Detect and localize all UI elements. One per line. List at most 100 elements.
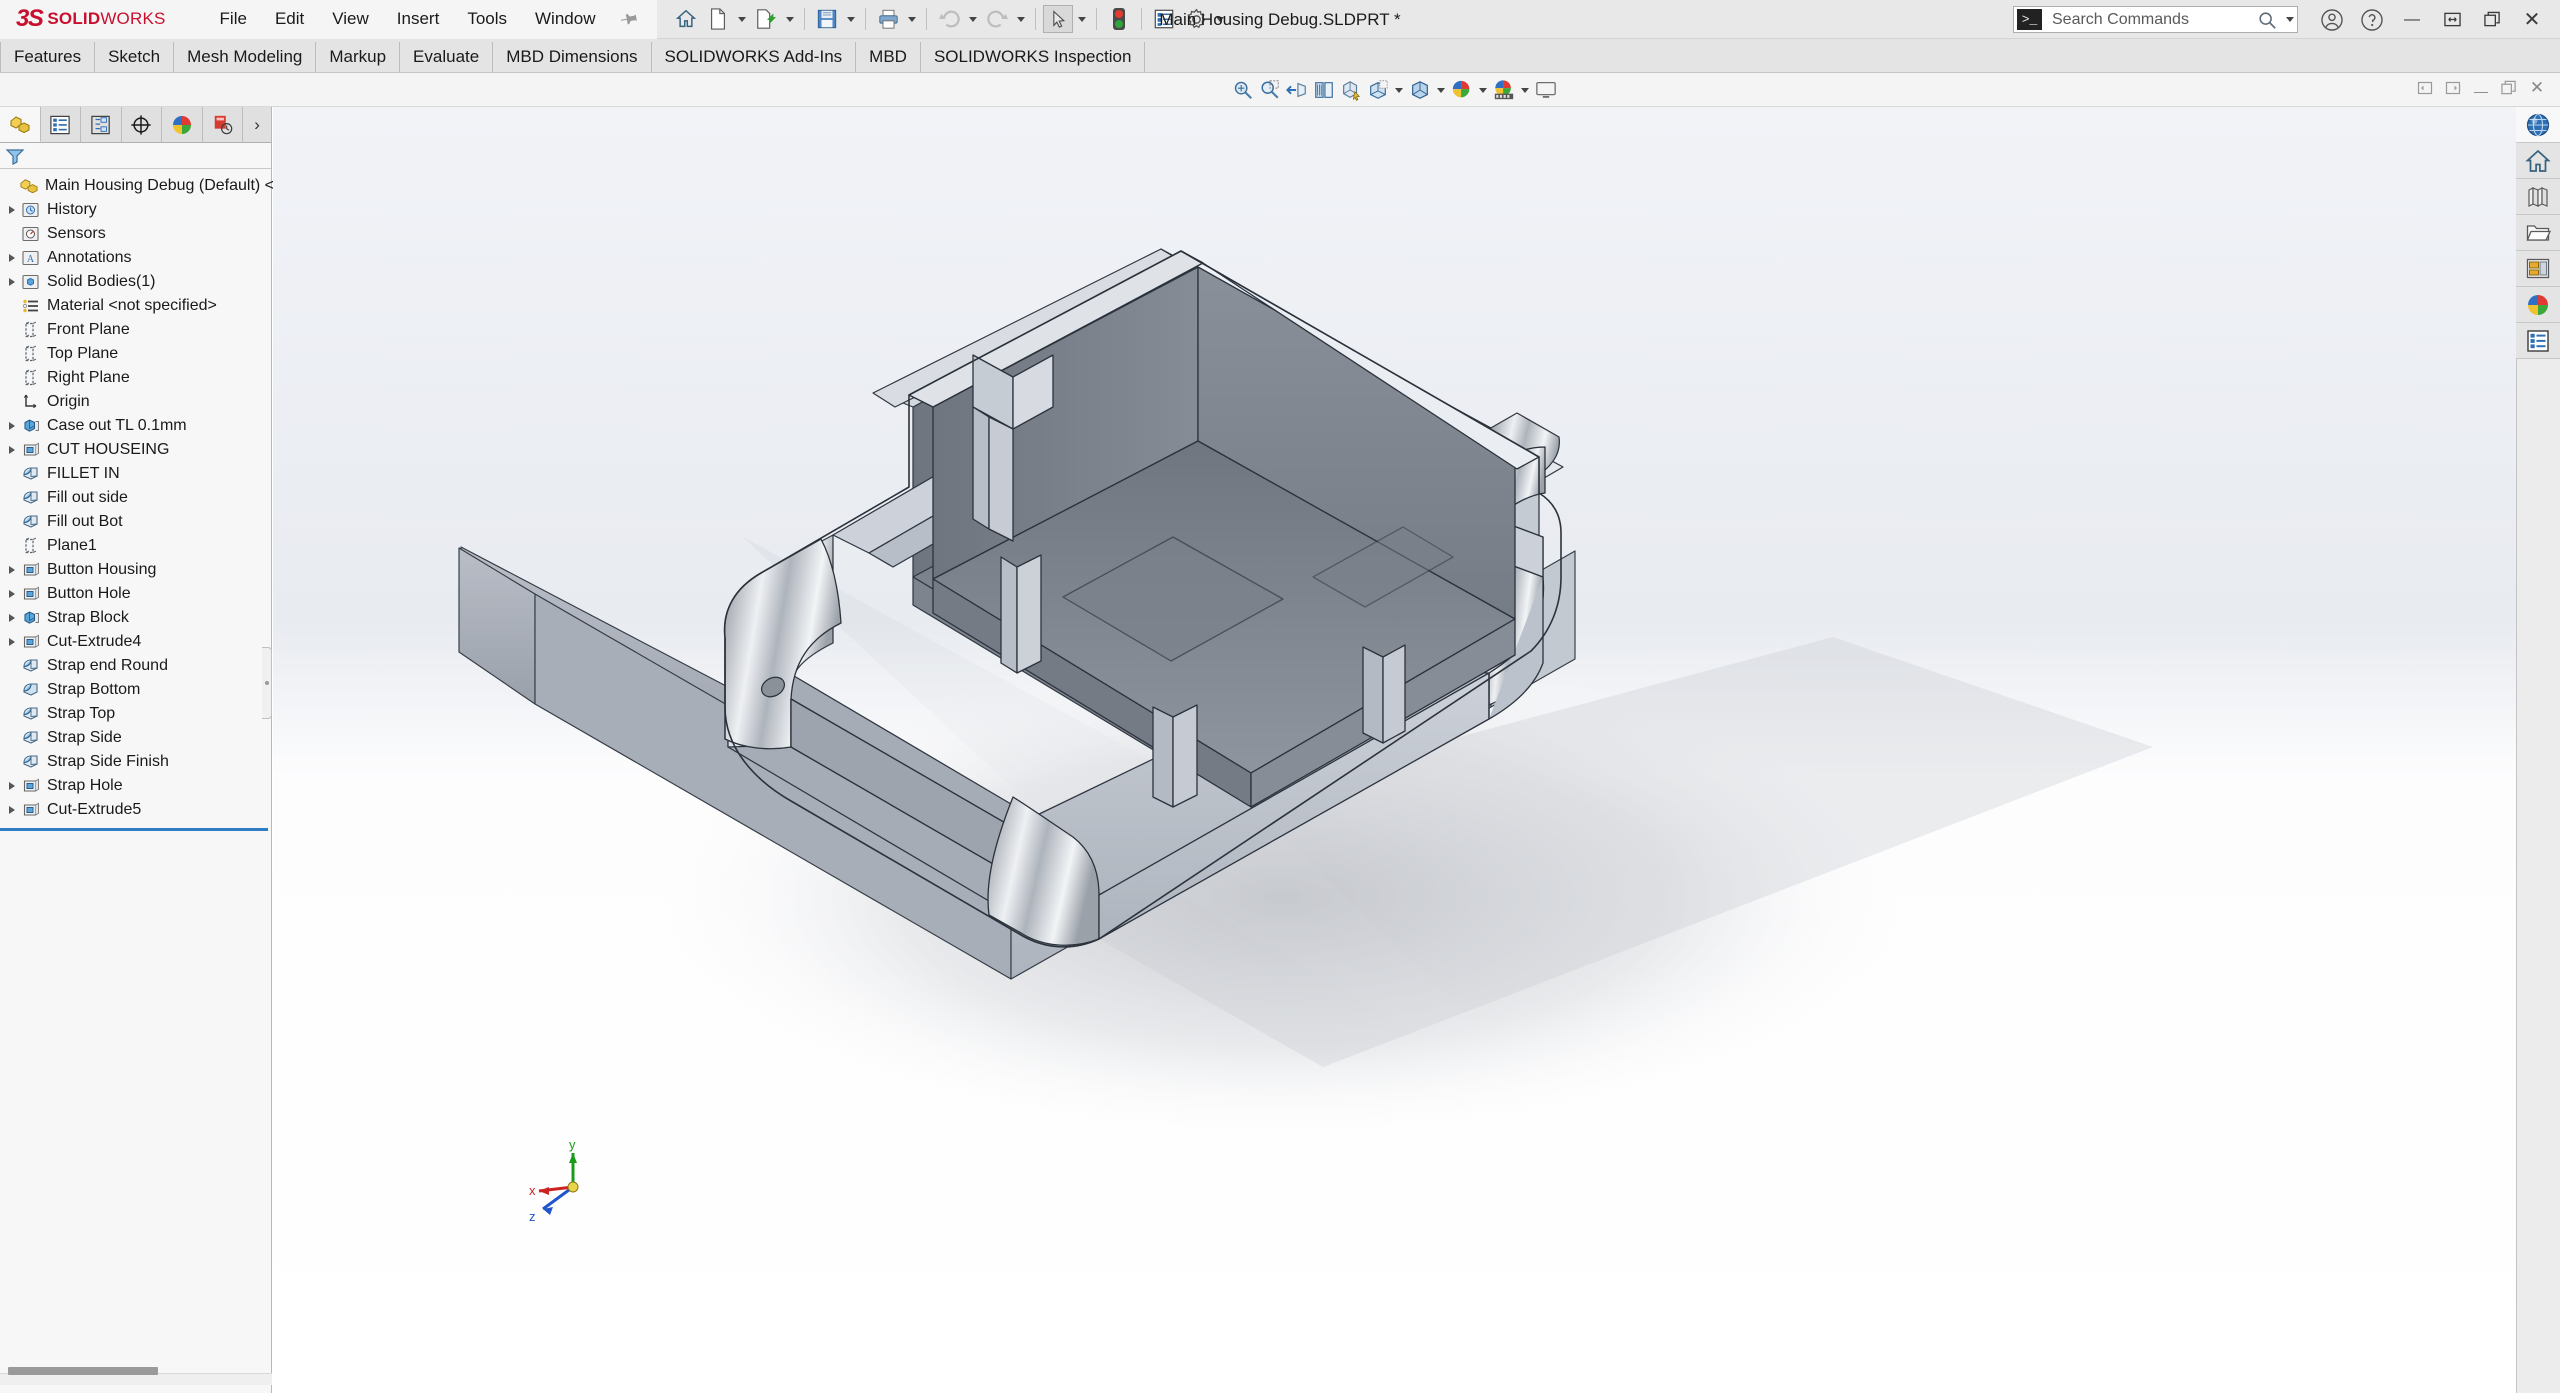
tree-twisty[interactable] xyxy=(4,246,20,270)
apply-scene-icon[interactable] xyxy=(1491,76,1517,104)
dimxpert-manager-tab[interactable] xyxy=(121,107,163,142)
minimize-button[interactable]: — xyxy=(2392,0,2432,39)
tree-item-strap-side-finish[interactable]: Strap Side Finish xyxy=(0,750,271,774)
tree-item-fill-out-side[interactable]: Fill out side xyxy=(0,486,271,510)
select-dropdown-caret[interactable] xyxy=(1075,5,1089,33)
tree-twisty[interactable] xyxy=(4,270,20,294)
tab-mbd-dimensions[interactable]: MBD Dimensions xyxy=(493,42,652,72)
zoom-to-fit-icon[interactable] xyxy=(1230,76,1256,104)
edit-appearance-icon[interactable] xyxy=(1449,76,1475,104)
appearances-scenes-icon[interactable] xyxy=(2516,287,2560,323)
tree-item-sensors[interactable]: Sensors xyxy=(0,222,271,246)
tree-item-front-plane[interactable]: Front Plane xyxy=(0,318,271,342)
tree-twisty[interactable] xyxy=(4,798,20,822)
tree-item-solid-bodies[interactable]: Solid Bodies(1) xyxy=(0,270,271,294)
select-cursor-icon[interactable] xyxy=(1043,5,1074,33)
menu-file[interactable]: File xyxy=(206,6,261,32)
search-commands-box[interactable]: >_ Search Commands xyxy=(2013,6,2298,33)
section-view-icon[interactable] xyxy=(1311,76,1337,104)
tree-item-fillet-in[interactable]: FILLET IN xyxy=(0,462,271,486)
tab-sketch[interactable]: Sketch xyxy=(95,42,175,72)
tree-item-strap-block[interactable]: Strap Block xyxy=(0,606,271,630)
save-icon[interactable] xyxy=(812,5,842,33)
tree-item-cut-extrude5[interactable]: Cut-Extrude5 xyxy=(0,798,271,822)
tree-item-strap-side[interactable]: Strap Side xyxy=(0,726,271,750)
tree-item-origin[interactable]: Origin xyxy=(0,390,271,414)
tree-item-annotations[interactable]: A Annotations xyxy=(0,246,271,270)
display-style-caret[interactable] xyxy=(1392,76,1406,104)
display-style-icon[interactable] xyxy=(1365,76,1391,104)
tab-solidworks-add-ins[interactable]: SOLIDWORKS Add-Ins xyxy=(651,42,857,72)
panel-horizontal-scrollbar-track[interactable] xyxy=(0,1367,272,1385)
tab-features[interactable]: Features xyxy=(0,42,96,72)
tree-item-root[interactable]: Main Housing Debug (Default) <<D xyxy=(0,174,295,198)
tree-item-material[interactable]: Material <not specified> xyxy=(0,294,271,318)
tree-item-fill-out-bot[interactable]: Fill out Bot xyxy=(0,510,271,534)
open-document-icon[interactable] xyxy=(751,5,781,33)
graphics-viewport[interactable]: x y z xyxy=(273,107,2516,1393)
search-input[interactable]: Search Commands xyxy=(2042,11,2257,29)
menu-edit[interactable]: Edit xyxy=(261,6,318,32)
tree-twisty[interactable] xyxy=(4,582,20,606)
previous-view-icon[interactable] xyxy=(1284,76,1310,104)
new-document-dropdown-caret[interactable] xyxy=(735,5,749,33)
feature-tree-filter[interactable] xyxy=(0,143,271,169)
close-button[interactable]: ✕ xyxy=(2512,0,2552,39)
panel-expand-chevron-icon[interactable]: › xyxy=(243,107,271,142)
solidworks-resources-icon[interactable] xyxy=(2516,107,2560,143)
tree-item-history[interactable]: History xyxy=(0,198,271,222)
view-palette-icon[interactable] xyxy=(2516,251,2560,287)
tree-twisty[interactable] xyxy=(4,414,20,438)
magnifier-icon[interactable] xyxy=(2257,10,2277,30)
menu-insert[interactable]: Insert xyxy=(383,6,454,32)
menu-view[interactable]: View xyxy=(318,6,383,32)
new-document-icon[interactable] xyxy=(703,5,733,33)
pushpin-icon[interactable] xyxy=(616,5,644,33)
home-icon[interactable] xyxy=(671,5,701,33)
tab-mbd[interactable]: MBD xyxy=(856,42,921,72)
maximize-button[interactable] xyxy=(2472,0,2512,39)
save-dropdown-caret[interactable] xyxy=(844,5,858,33)
tree-twisty[interactable] xyxy=(4,198,20,222)
options-dropdown-caret[interactable] xyxy=(1213,5,1227,33)
user-account-icon[interactable] xyxy=(2312,0,2352,39)
search-dropdown-caret[interactable] xyxy=(2283,6,2297,34)
hide-show-items-icon[interactable] xyxy=(1407,76,1433,104)
file-properties-icon[interactable] xyxy=(1149,5,1179,33)
print-dropdown-caret[interactable] xyxy=(905,5,919,33)
menu-tools[interactable]: Tools xyxy=(453,6,521,32)
apply-scene-caret[interactable] xyxy=(1518,76,1532,104)
redo-dropdown-caret[interactable] xyxy=(1014,5,1028,33)
tab-solidworks-inspection[interactable]: SOLIDWORKS Inspection xyxy=(920,42,1146,72)
tree-item-top-plane[interactable]: Top Plane xyxy=(0,342,271,366)
render-tools-tab[interactable] xyxy=(202,107,244,142)
restore-window-button[interactable] xyxy=(2432,0,2472,39)
configuration-manager-tab[interactable] xyxy=(81,107,122,142)
tree-item-cut-extrude4[interactable]: Cut-Extrude4 xyxy=(0,630,271,654)
undo-icon[interactable] xyxy=(934,5,964,33)
help-question-icon[interactable] xyxy=(2352,0,2392,39)
document-restore-left-button[interactable] xyxy=(2414,77,2436,99)
tab-markup[interactable]: Markup xyxy=(316,42,401,72)
rollback-bar[interactable] xyxy=(0,828,268,831)
document-restore-right-button[interactable] xyxy=(2442,77,2464,99)
redo-icon[interactable] xyxy=(982,5,1012,33)
open-document-dropdown-caret[interactable] xyxy=(783,5,797,33)
tree-twisty[interactable] xyxy=(4,438,20,462)
print-icon[interactable] xyxy=(873,5,903,33)
model-3d-view[interactable]: x y z xyxy=(273,107,2516,1393)
tree-item-strap-end-round[interactable]: Strap end Round xyxy=(0,654,271,678)
custom-properties-icon[interactable] xyxy=(2516,323,2560,359)
open-folder-icon[interactable] xyxy=(2516,215,2560,251)
property-manager-tab[interactable] xyxy=(40,107,82,142)
hide-show-caret[interactable] xyxy=(1434,76,1448,104)
tree-twisty[interactable] xyxy=(4,774,20,798)
tree-item-plane1[interactable]: Plane1 xyxy=(0,534,271,558)
file-explorer-books-icon[interactable] xyxy=(2516,179,2560,215)
tree-item-strap-top[interactable]: Strap Top xyxy=(0,702,271,726)
tree-item-strap-hole[interactable]: Strap Hole xyxy=(0,774,271,798)
tree-twisty[interactable] xyxy=(4,630,20,654)
tab-mesh-modeling[interactable]: Mesh Modeling xyxy=(174,42,317,72)
document-close-button[interactable]: ✕ xyxy=(2526,77,2548,99)
tree-twisty[interactable] xyxy=(2,174,18,198)
